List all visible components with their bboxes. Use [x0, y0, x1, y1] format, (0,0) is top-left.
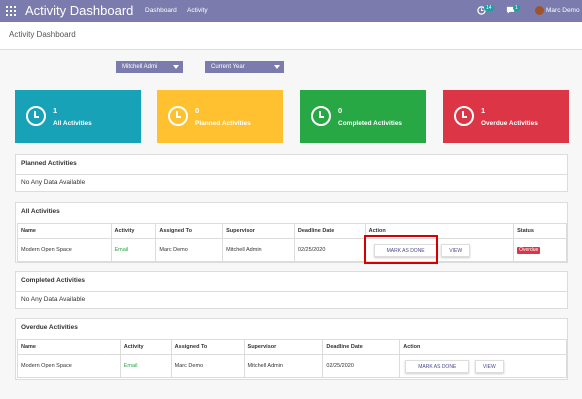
table-header-row: Name Activity Assigned To Supervisor Dea…	[17, 339, 567, 355]
top-navbar: Activity Dashboard Dashboard Activity 14…	[0, 0, 582, 22]
chevron-down-icon	[173, 65, 179, 69]
card-count: 1	[53, 106, 58, 115]
nav-dashboard[interactable]: Dashboard	[145, 7, 177, 15]
user-filter-value: Mitchell Admi	[122, 64, 158, 70]
highlight-box	[364, 235, 438, 264]
divider	[16, 174, 567, 175]
column-header: Assigned To	[155, 223, 224, 239]
column-header: Deadline Date	[293, 223, 366, 239]
card-count: 0	[338, 106, 343, 115]
clock-icon	[168, 106, 188, 126]
cell-supervisor: Mitchell Admin	[243, 354, 324, 378]
card-label: Overdue Activities	[481, 120, 538, 127]
cell-supervisor: Mitchell Admin	[222, 238, 295, 262]
column-header: Deadline Date	[322, 339, 401, 355]
cell-deadline: 02/25/2020	[322, 354, 401, 378]
panel-title: All Activities	[21, 208, 60, 215]
column-header: Name	[17, 339, 121, 355]
planned-activities-panel: Planned Activities No Any Data Available	[15, 154, 568, 192]
table-header-row: Name Activity Assigned To Supervisor Dea…	[17, 223, 567, 239]
cell-deadline: 02/25/2020	[293, 238, 366, 262]
panel-title: Overdue Activities	[21, 324, 78, 331]
table-row: Modern Open Space Email Marc Demo Mitche…	[17, 238, 567, 262]
panel-title: Completed Activities	[21, 277, 86, 284]
card-planned-activities[interactable]: 0 Planned Activities	[157, 90, 283, 143]
avatar[interactable]	[535, 6, 544, 15]
status-badge: Overdue	[517, 246, 541, 254]
cell-activity[interactable]: Email	[110, 238, 157, 262]
view-button[interactable]: VIEW	[474, 359, 504, 373]
app-title: Activity Dashboard	[25, 3, 134, 18]
column-header: Activity	[119, 339, 172, 355]
column-header: Status	[513, 223, 567, 239]
column-header: Supervisor	[243, 339, 324, 355]
all-activities-panel: All Activities Name Activity Assigned To…	[15, 202, 568, 263]
mark-as-done-button[interactable]: MARK AS DONE	[405, 359, 470, 373]
user-filter-select[interactable]: Mitchell Admi	[116, 61, 183, 73]
column-header: Supervisor	[222, 223, 295, 239]
all-activities-table: Name Activity Assigned To Supervisor Dea…	[17, 223, 567, 262]
clock-icon	[454, 106, 474, 126]
control-panel: Activity Dashboard	[0, 22, 582, 50]
divider	[16, 291, 567, 292]
cell-name: Modern Open Space	[17, 354, 121, 378]
column-header: Assigned To	[170, 339, 245, 355]
activity-count-badge: 14	[484, 5, 494, 11]
completed-activities-panel: Completed Activities No Any Data Availab…	[15, 271, 568, 309]
view-button[interactable]: VIEW	[441, 243, 471, 257]
cell-assigned: Marc Demo	[170, 354, 245, 378]
message-count-badge: 1	[513, 5, 520, 11]
card-label: Completed Activities	[338, 120, 403, 127]
cell-status: Overdue	[513, 238, 567, 262]
overdue-activities-panel: Overdue Activities Name Activity Assigne…	[15, 318, 568, 380]
user-menu-name[interactable]: Marc Demo	[546, 7, 580, 15]
column-header: Action	[399, 339, 567, 355]
overdue-activities-table: Name Activity Assigned To Supervisor Dea…	[17, 339, 567, 378]
card-count: 0	[195, 106, 200, 115]
empty-message: No Any Data Available	[21, 179, 86, 186]
table-row: Modern Open Space Email Marc Demo Mitche…	[17, 354, 567, 378]
card-all-activities[interactable]: 1 All Activities	[15, 90, 141, 143]
empty-message: No Any Data Available	[21, 296, 86, 303]
period-filter-select[interactable]: Current Year	[205, 61, 284, 73]
card-completed-activities[interactable]: 0 Completed Activities	[300, 90, 426, 143]
card-count: 1	[481, 106, 486, 115]
card-label: Planned Activities	[195, 120, 251, 127]
nav-activity[interactable]: Activity	[187, 7, 208, 15]
column-header: Activity	[110, 223, 157, 239]
breadcrumb: Activity Dashboard	[9, 30, 76, 39]
panel-title: Planned Activities	[21, 160, 77, 167]
period-filter-value: Current Year	[211, 64, 245, 70]
column-header: Name	[17, 223, 112, 239]
clock-icon	[26, 106, 46, 126]
cell-activity[interactable]: Email	[119, 354, 172, 378]
card-label: All Activities	[53, 120, 92, 127]
apps-grid-icon[interactable]	[6, 6, 16, 16]
cell-assigned: Marc Demo	[155, 238, 224, 262]
clock-icon	[311, 106, 331, 126]
cell-name: Modern Open Space	[17, 238, 112, 262]
cell-action: MARK AS DONE VIEW	[399, 354, 567, 378]
card-overdue-activities[interactable]: 1 Overdue Activities	[443, 90, 569, 143]
chevron-down-icon	[274, 65, 280, 69]
